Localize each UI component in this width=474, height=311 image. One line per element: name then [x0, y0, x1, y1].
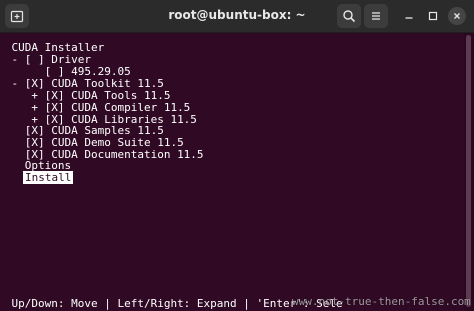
maximize-button[interactable] — [424, 7, 442, 25]
search-icon — [343, 10, 356, 23]
title-bar: root@ubuntu-box: ~ — [0, 0, 474, 33]
terminal-window: root@ubuntu-box: ~ CUDA Installer - [] … — [0, 0, 474, 311]
hamburger-menu-icon — [372, 12, 380, 20]
minimize-icon — [405, 17, 413, 19]
terminal-output[interactable]: CUDA Installer - [ ] Driver [ ] 495.29.0… — [0, 33, 464, 311]
search-button[interactable] — [337, 4, 361, 28]
close-button[interactable] — [448, 7, 466, 25]
maximize-icon — [428, 11, 438, 21]
close-icon — [454, 13, 460, 19]
new-tab-icon — [10, 10, 24, 23]
new-tab-button[interactable] — [5, 4, 29, 28]
scrollbar[interactable] — [464, 33, 474, 311]
scrollbar-thumb[interactable] — [466, 35, 471, 307]
watermark: www.not-true-then-false.com — [292, 295, 471, 308]
menu-button[interactable] — [364, 4, 388, 28]
minimize-button[interactable] — [400, 7, 418, 25]
install-button[interactable]: Install — [23, 171, 74, 184]
menu-item-install-row: Install — [23, 171, 74, 184]
